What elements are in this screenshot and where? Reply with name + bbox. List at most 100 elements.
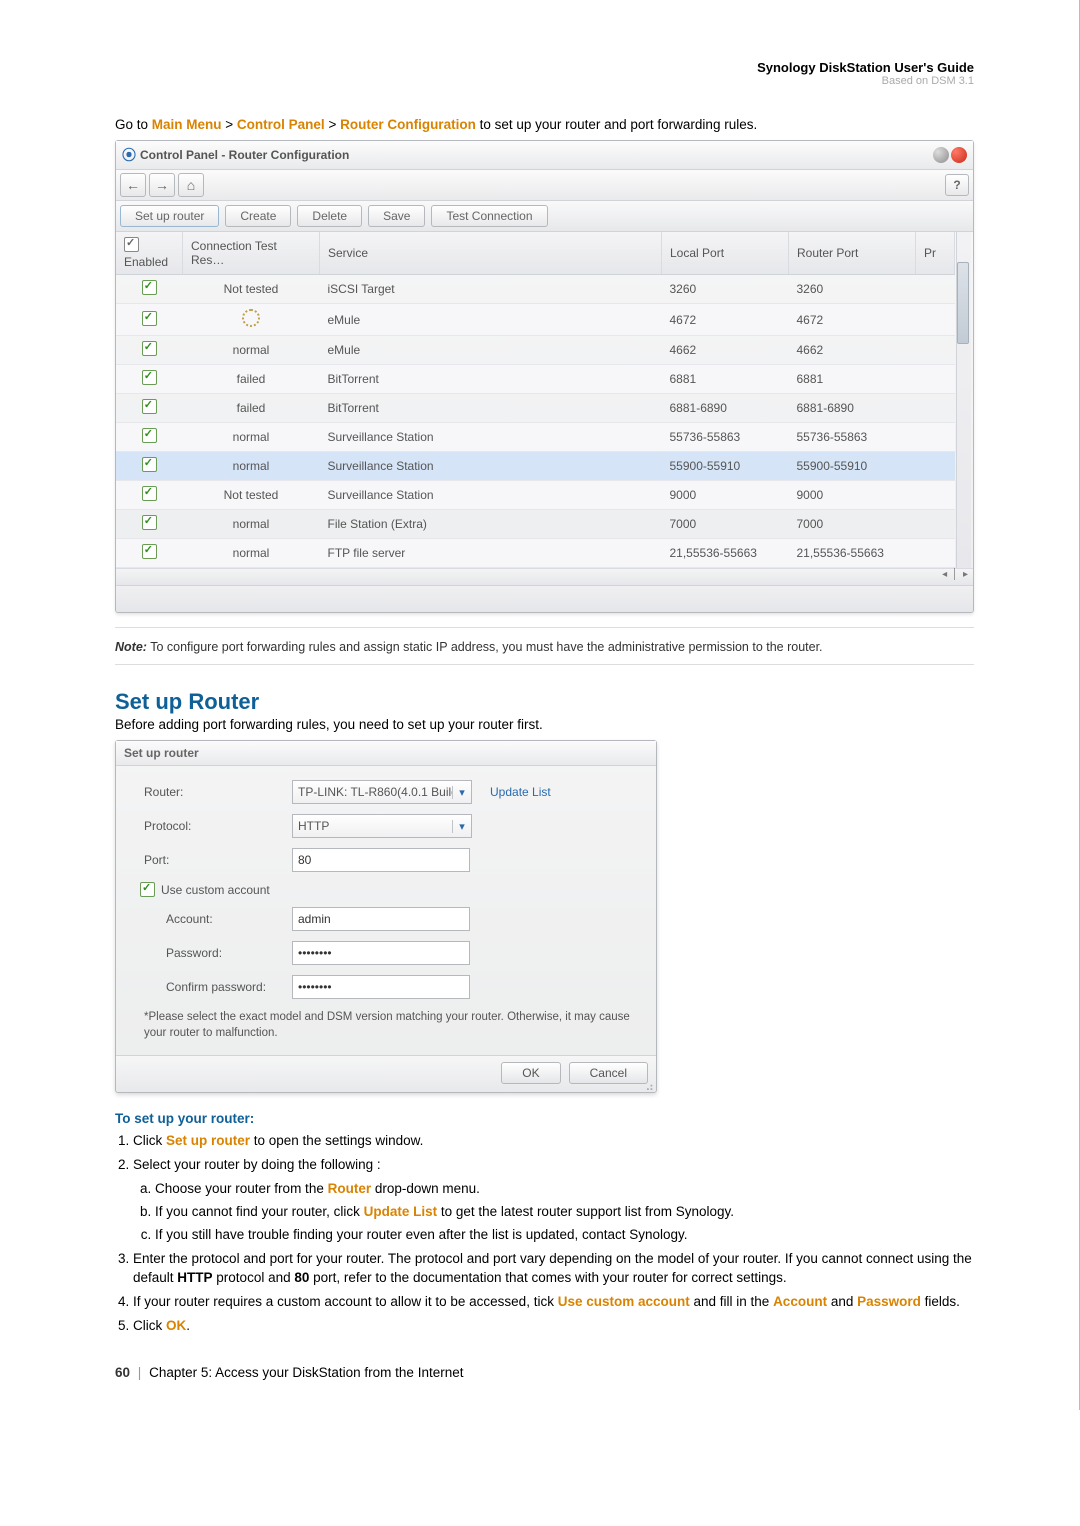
list-item: Click OK. [133,1317,974,1335]
horizontal-scrollbar[interactable]: ◂ │ ▸ [116,568,973,585]
table-row[interactable]: Not testediSCSI Target32603260 [116,275,955,304]
chevron-down-icon[interactable]: ▾ [452,786,471,799]
row-checkbox[interactable] [142,544,157,559]
protocol-select[interactable]: HTTP ▾ [292,814,472,838]
cell-router-port: 3260 [789,275,916,304]
use-custom-account-checkbox[interactable] [140,882,155,897]
table-row[interactable]: normalFile Station (Extra)70007000 [116,510,955,539]
cell-router-port: 55900-55910 [789,452,916,481]
cell-connection: normal [183,423,320,452]
table-row[interactable]: eMule46724672 [116,304,955,336]
list-item: Click Set up router to open the settings… [133,1132,974,1150]
cell-local-port: 4662 [662,336,789,365]
row-checkbox[interactable] [142,457,157,472]
intro-prefix: Go to [115,117,152,132]
rules-table: Enabled Connection Test Res… Service Loc… [116,232,955,568]
help-button[interactable]: ? [945,174,969,196]
row-checkbox[interactable] [142,280,157,295]
table-row[interactable]: Not testedSurveillance Station90009000 [116,481,955,510]
cell-service: FTP file server [320,539,662,568]
table-row[interactable]: normaleMule46624662 [116,336,955,365]
table-row[interactable]: normalSurveillance Station55736-55863557… [116,423,955,452]
router-select[interactable]: TP-LINK: TL-R860(4.0.1 Build ▾ [292,780,472,804]
row-checkbox[interactable] [142,311,157,326]
dsm-nav-bar: ← → ⌂ ? [116,170,973,201]
minimize-icon[interactable] [933,147,949,163]
update-list-link[interactable]: Update List [490,785,551,799]
router-select-value: TP-LINK: TL-R860(4.0.1 Build [293,784,452,800]
cell-connection: normal [183,510,320,539]
resize-grip-icon: ⠴ [645,1083,654,1091]
row-checkbox[interactable] [142,486,157,501]
row-checkbox[interactable] [142,370,157,385]
cell-router-port: 6881-6890 [789,394,916,423]
page-number: 60 [115,1365,130,1380]
cell-local-port: 3260 [662,275,789,304]
cell-connection [183,304,320,336]
account-input[interactable] [292,907,470,931]
instructions-list: Click Set up router to open the settings… [115,1132,974,1335]
row-checkbox[interactable] [142,399,157,414]
table-row[interactable]: normalFTP file server21,55536-5566321,55… [116,539,955,568]
setup-router-button[interactable]: Set up router [120,205,219,227]
password-input[interactable] [292,941,470,965]
save-button[interactable]: Save [368,205,425,227]
dialog-title: Set up router [116,741,656,766]
cell-connection: Not tested [183,481,320,510]
cell-protocol [916,394,955,423]
home-button[interactable]: ⌂ [178,173,204,197]
table-row[interactable]: normalSurveillance Station55900-55910559… [116,452,955,481]
section-heading: Set up Router [115,689,974,715]
rules-table-container: Enabled Connection Test Res… Service Loc… [116,232,973,568]
col-service: Service [320,232,662,275]
cell-local-port: 7000 [662,510,789,539]
list-item: Enter the protocol and port for your rou… [133,1250,974,1286]
create-button[interactable]: Create [225,205,291,227]
forward-button[interactable]: → [149,173,175,197]
row-checkbox[interactable] [142,341,157,356]
cell-local-port: 9000 [662,481,789,510]
use-custom-account-label: Use custom account [161,883,270,897]
list-item: Select your router by doing the followin… [133,1156,974,1244]
col-protocol: Pr [916,232,955,275]
cell-service: Surveillance Station [320,423,662,452]
list-item: If you cannot find your router, click Up… [155,1203,974,1221]
back-button[interactable]: ← [120,173,146,197]
protocol-select-value: HTTP [293,818,452,834]
cancel-button[interactable]: Cancel [569,1062,648,1084]
port-input[interactable] [292,848,470,872]
cell-protocol [916,275,955,304]
table-row[interactable]: failedBitTorrent6881-68906881-6890 [116,394,955,423]
close-icon[interactable] [951,147,967,163]
cell-router-port: 4672 [789,304,916,336]
row-checkbox[interactable] [142,515,157,530]
delete-button[interactable]: Delete [297,205,362,227]
cell-local-port: 21,55536-55663 [662,539,789,568]
ok-button[interactable]: OK [501,1062,560,1084]
instructions-heading: To set up your router: [115,1111,974,1126]
doc-header-title: Synology DiskStation User's Guide [115,60,974,75]
cell-local-port: 6881 [662,365,789,394]
cell-local-port: 55736-55863 [662,423,789,452]
breadcrumb-main-menu: Main Menu [152,117,222,132]
note-block: Note: To configure port forwarding rules… [115,640,974,654]
cell-connection: normal [183,452,320,481]
chevron-down-icon[interactable]: ▾ [452,820,471,833]
doc-header-subtitle: Based on DSM 3.1 [115,75,974,87]
cell-protocol [916,510,955,539]
table-row[interactable]: failedBitTorrent68816881 [116,365,955,394]
control-panel-icon: ⦿ [122,145,136,165]
confirm-password-input[interactable] [292,975,470,999]
dsm-control-panel-window: ⦿ Control Panel - Router Configuration ←… [115,140,974,613]
cell-router-port: 6881 [789,365,916,394]
cell-connection: normal [183,336,320,365]
cell-router-port: 9000 [789,481,916,510]
protocol-label: Protocol: [144,819,292,833]
dialog-note: *Please select the exact model and DSM v… [144,1009,634,1041]
select-all-checkbox[interactable] [124,237,139,252]
row-checkbox[interactable] [142,428,157,443]
vertical-scrollbar[interactable] [956,232,971,568]
test-connection-button[interactable]: Test Connection [431,205,547,227]
scrollbar-thumb[interactable] [957,262,969,344]
chapter-label: Chapter 5: Access your DiskStation from … [149,1365,463,1380]
